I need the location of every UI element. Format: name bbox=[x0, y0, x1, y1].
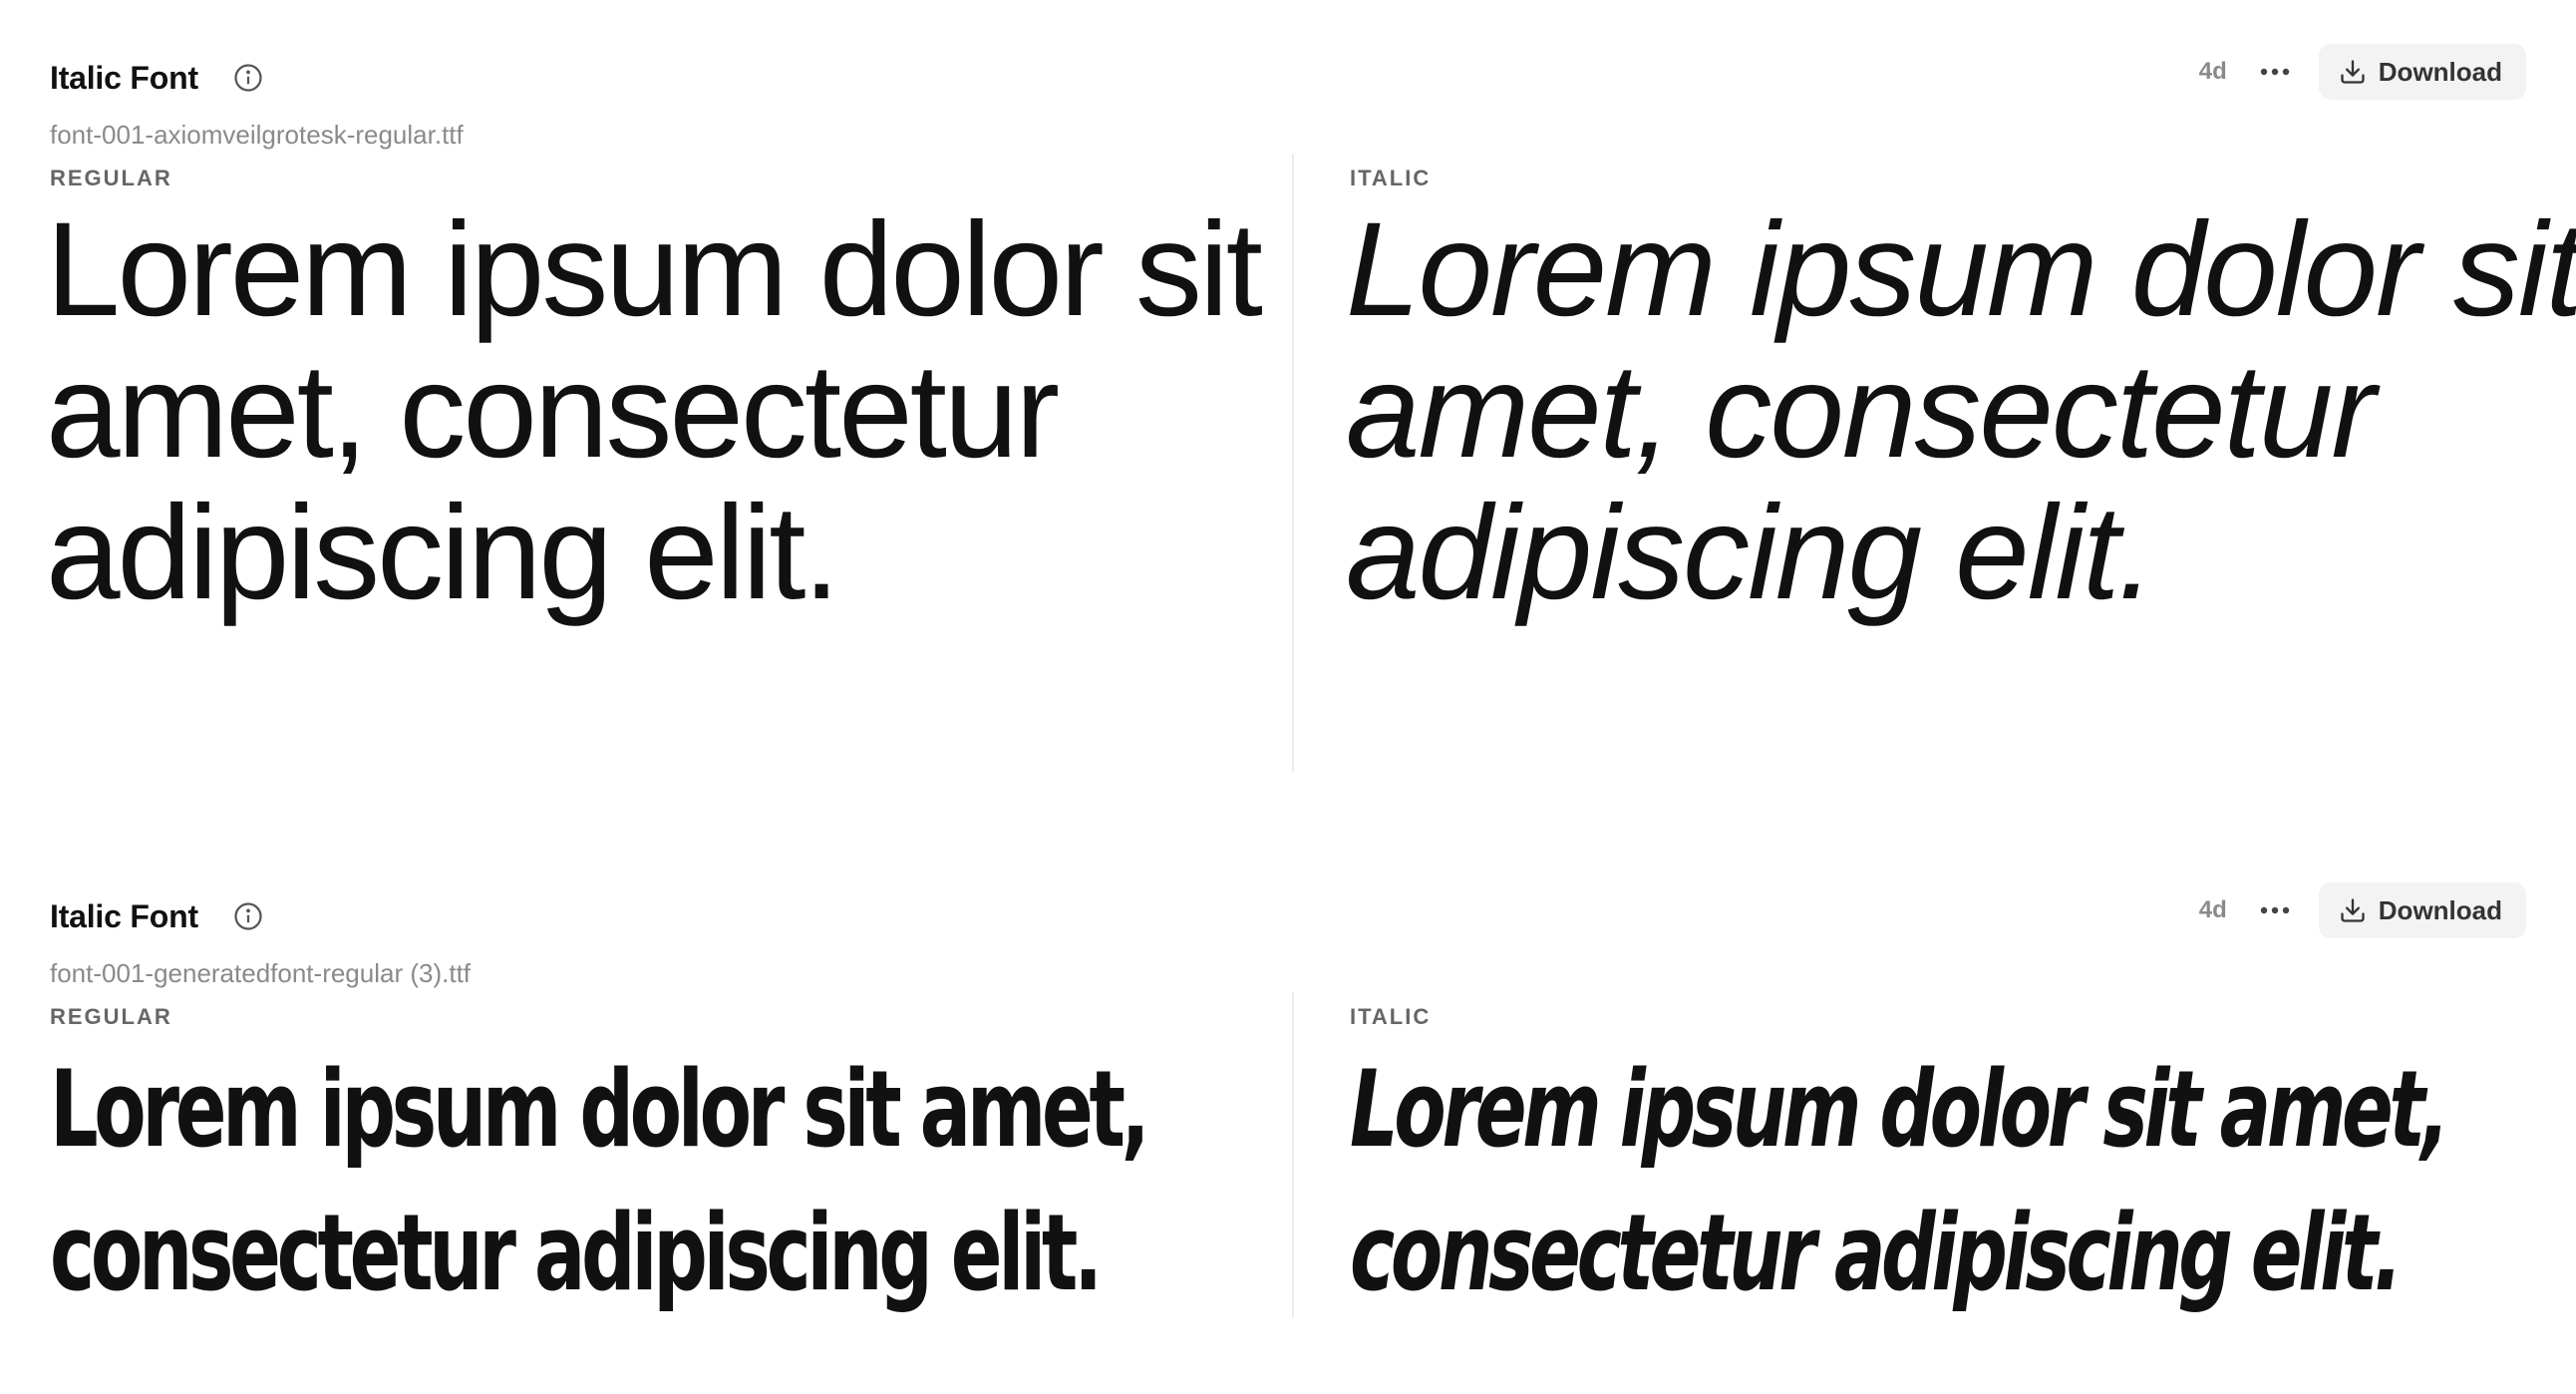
download-label: Download bbox=[2378, 56, 2502, 87]
italic-panel: ITALIC Lorem ipsum dolor sit amet, conse… bbox=[1350, 992, 2576, 1325]
italic-sample: Lorem ipsum dolor sit amet, consectetur … bbox=[1346, 195, 2576, 627]
regular-label: REGULAR bbox=[50, 166, 172, 190]
font-filename: font-001-axiomveilgrotesk-regular.ttf bbox=[50, 120, 464, 150]
download-button[interactable]: Download bbox=[2318, 882, 2526, 938]
card-actions: 4d Download bbox=[2199, 882, 2526, 938]
font-title: Italic Font bbox=[50, 897, 198, 934]
italic-panel: ITALIC Lorem ipsum dolor sit amet, conse… bbox=[1346, 154, 2576, 624]
download-icon bbox=[2341, 898, 2365, 922]
download-button[interactable]: Download bbox=[2318, 44, 2526, 100]
more-button[interactable] bbox=[2255, 890, 2295, 930]
font-title: Italic Font bbox=[50, 59, 198, 96]
regular-sample-text: Lorem ipsum dolor sit amet, consectetur … bbox=[50, 1048, 1150, 1314]
regular-panel: REGULAR Lorem ipsum dolor sit amet, cons… bbox=[50, 992, 1288, 1321]
more-horizontal-icon bbox=[2260, 68, 2289, 76]
font-card-header: Italic Font font-001-generatedfont-regul… bbox=[50, 882, 2526, 992]
regular-panel: REGULAR Lorem ipsum dolor sit amet, cons… bbox=[46, 154, 1288, 772]
info-icon[interactable] bbox=[232, 62, 264, 94]
font-card-header: Italic Font font-001-axiomveilgrotesk-re… bbox=[50, 44, 2526, 154]
title-row: Italic Font bbox=[50, 44, 2526, 112]
italic-label: ITALIC bbox=[1350, 1004, 1432, 1029]
download-label: Download bbox=[2378, 894, 2502, 925]
regular-sample: Lorem ipsum dolor sit amet, consectetur … bbox=[50, 1038, 1150, 1325]
italic-sample-text: Lorem ipsum dolor sit amet, consectetur … bbox=[1350, 1048, 2450, 1314]
panel-divider bbox=[1292, 154, 1294, 772]
font-card: Italic Font font-001-generatedfont-regul… bbox=[50, 882, 2526, 1321]
font-filename: font-001-generatedfont-regular (3).ttf bbox=[50, 958, 472, 988]
panel-divider bbox=[1292, 992, 1294, 1317]
download-icon bbox=[2341, 60, 2365, 84]
more-horizontal-icon bbox=[2260, 906, 2289, 914]
regular-sample: Lorem ipsum dolor sit amet, consectetur … bbox=[46, 195, 1263, 627]
sample-panels: REGULAR Lorem ipsum dolor sit amet, cons… bbox=[50, 992, 2526, 1321]
italic-label: ITALIC bbox=[1350, 166, 1432, 190]
age-label: 4d bbox=[2198, 58, 2227, 85]
info-icon[interactable] bbox=[232, 900, 264, 932]
age-label: 4d bbox=[2198, 896, 2227, 923]
regular-label: REGULAR bbox=[50, 1004, 172, 1029]
sample-panels: REGULAR Lorem ipsum dolor sit amet, cons… bbox=[46, 154, 2576, 772]
card-actions: 4d Download bbox=[2199, 44, 2526, 100]
font-card: Italic Font font-001-axiomveilgrotesk-re… bbox=[46, 44, 2576, 772]
italic-sample: Lorem ipsum dolor sit amet, consectetur … bbox=[1350, 1038, 2450, 1325]
title-row: Italic Font bbox=[50, 882, 2526, 950]
more-button[interactable] bbox=[2255, 52, 2295, 92]
